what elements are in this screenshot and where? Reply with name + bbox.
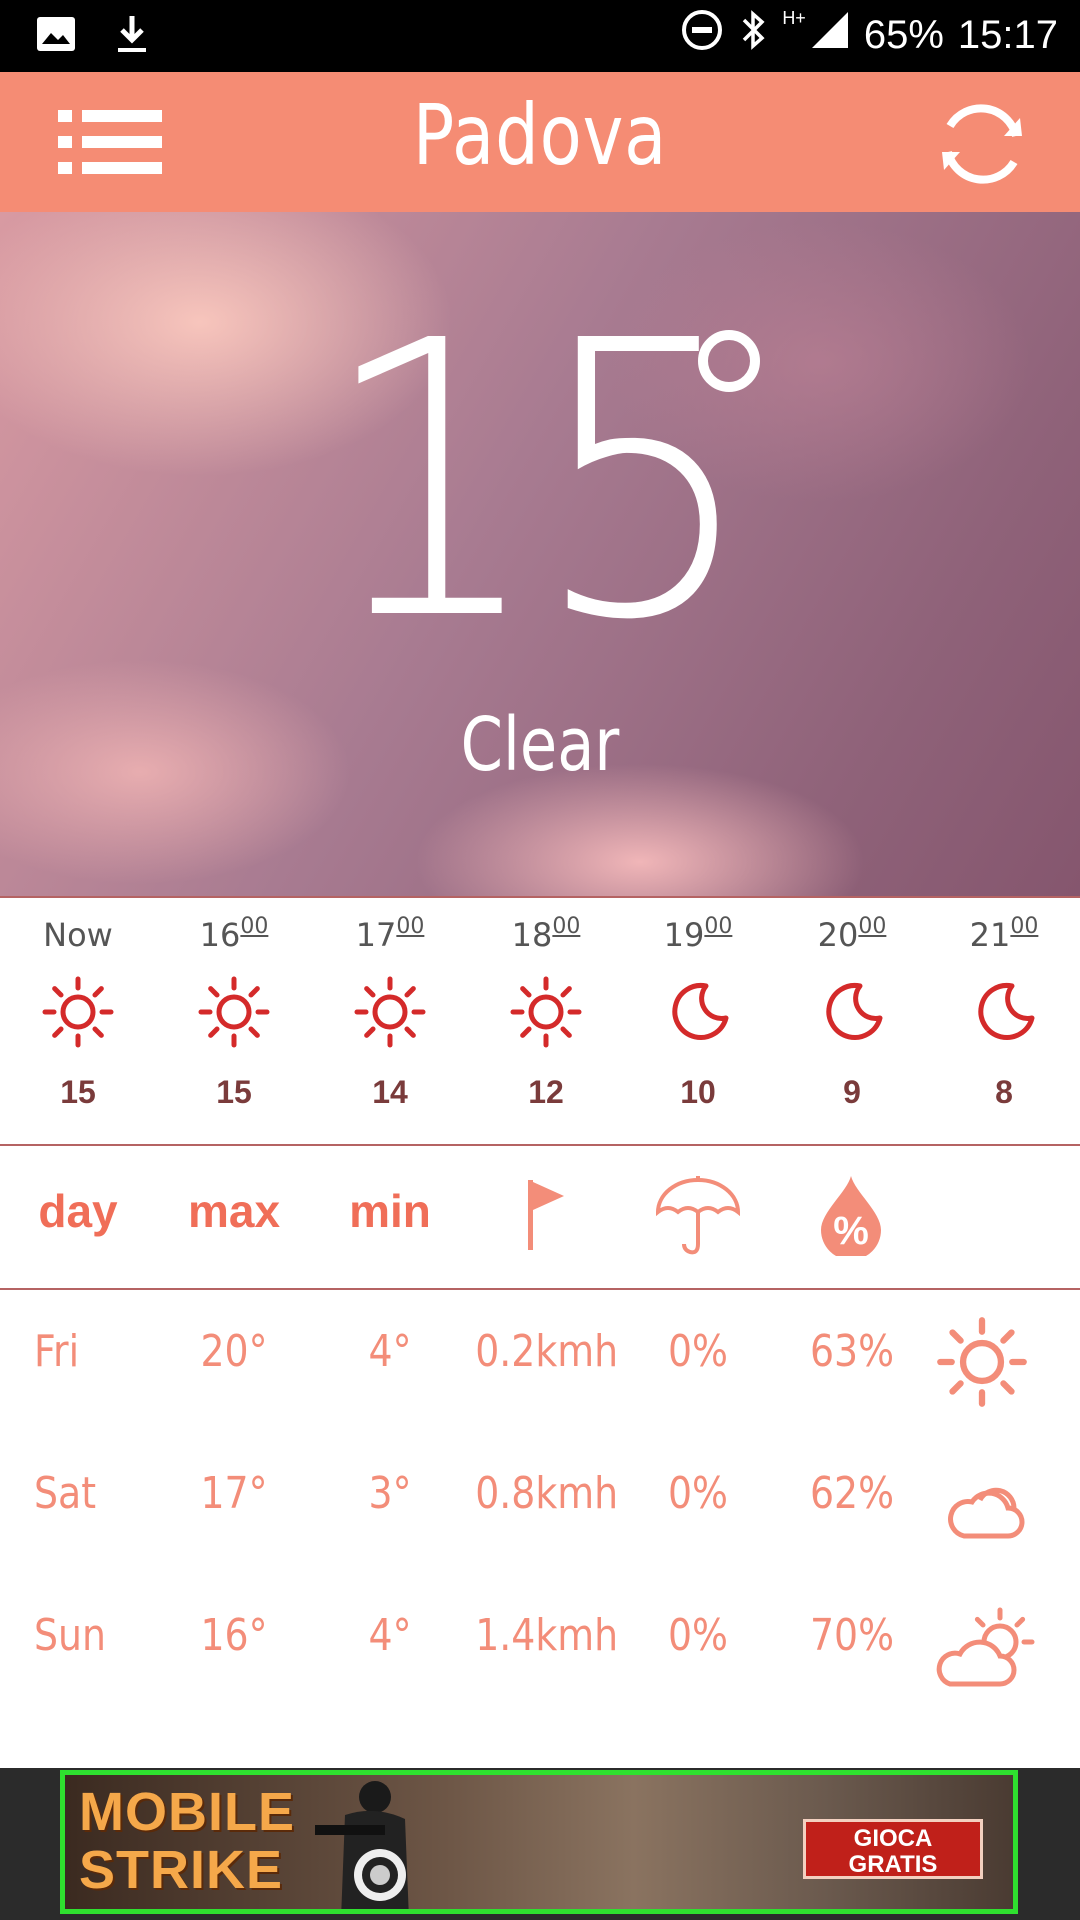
current-condition: Clear xyxy=(460,702,620,788)
current-weather-hero: 15 Clear xyxy=(0,212,1080,896)
hourly-temp: 12 xyxy=(528,1074,564,1110)
flag-icon xyxy=(502,1172,586,1256)
hourly-minutes: 00 xyxy=(1010,914,1039,939)
hourly-minutes: 00 xyxy=(240,914,269,939)
clock: 15:17 xyxy=(957,12,1058,57)
header-humidity: % xyxy=(776,1144,926,1288)
signal-icon xyxy=(810,8,850,62)
download-notification-icon xyxy=(110,12,154,56)
daily-header: day max min % xyxy=(0,1144,1080,1290)
header-max: max xyxy=(159,1144,309,1288)
header-wind xyxy=(469,1144,619,1288)
daily-day: Sat xyxy=(34,1468,97,1519)
hourly-time: 2000 xyxy=(817,914,887,954)
daily-humidity: 62% xyxy=(809,1468,895,1519)
header-day-label: day xyxy=(38,1185,118,1237)
header-day: day xyxy=(3,1144,153,1288)
umbrella-icon xyxy=(655,1172,741,1256)
sun-icon xyxy=(40,974,116,1050)
daily-humidity: 70% xyxy=(809,1610,895,1661)
daily-max: 20° xyxy=(200,1326,268,1377)
ad-cta-line2: GRATIS xyxy=(848,1851,938,1878)
humidity-symbol: % xyxy=(833,1209,869,1253)
ad-container: MOBILE STRIKE GIOCA GRATIS xyxy=(0,1768,1080,1920)
daily-rain: 0% xyxy=(667,1326,729,1377)
hourly-temp: 8 xyxy=(995,1074,1013,1110)
hourly-item: 2000 9 xyxy=(782,898,922,1144)
daily-min: 4° xyxy=(368,1610,412,1661)
moon-icon xyxy=(814,974,890,1050)
moon-icon xyxy=(966,974,1042,1050)
daily-max: 16° xyxy=(200,1610,268,1661)
daily-min: 3° xyxy=(368,1468,412,1519)
hourly-minutes: 00 xyxy=(858,914,887,939)
daily-min: 4° xyxy=(368,1326,412,1377)
hourly-item: 2100 8 xyxy=(934,898,1074,1144)
ad-soldier-image xyxy=(305,1775,435,1909)
hourly-time: 2100 xyxy=(969,914,1039,954)
ad-brand-line1: MOBILE xyxy=(79,1782,295,1842)
hourly-time: 1700 xyxy=(355,914,425,954)
hourly-temp: 15 xyxy=(60,1074,96,1110)
ad-brand-line2: STRIKE xyxy=(79,1840,284,1900)
moon-icon xyxy=(660,974,736,1050)
dnd-icon xyxy=(680,8,724,62)
daily-row: Sat 17° 3° 0.8kmh 0% 62% xyxy=(0,1432,1080,1572)
hourly-item: Now 15 xyxy=(8,898,148,1144)
hourly-forecast: Now 15 1600 15 1700 14 1800 12 1900 10 2000 9 2100 8 xyxy=(0,896,1080,1146)
header-max-label: max xyxy=(187,1185,281,1237)
hourly-time: Now xyxy=(43,916,113,954)
hourly-temp: 10 xyxy=(680,1074,716,1110)
city-title: Padova xyxy=(412,86,668,184)
hourly-minutes: 00 xyxy=(396,914,425,939)
ad-cta-line1: GIOCA xyxy=(853,1825,933,1852)
daily-wind: 0.8kmh xyxy=(475,1468,619,1519)
app-bar: Padova xyxy=(0,72,1080,212)
hourly-minutes: 00 xyxy=(552,914,581,939)
daily-day: Sun xyxy=(34,1610,106,1661)
hourly-item: 1700 14 xyxy=(320,898,460,1144)
ad-brand: MOBILE STRIKE xyxy=(79,1783,295,1899)
daily-row: Fri 20° 4° 0.2kmh 0% 63% xyxy=(0,1290,1080,1430)
sun-icon xyxy=(508,974,584,1050)
ad-cta-button[interactable]: GIOCA GRATIS xyxy=(803,1819,983,1879)
daily-wind: 1.4kmh xyxy=(475,1610,619,1661)
partly-cloudy-icon xyxy=(934,1598,1038,1702)
sun-icon xyxy=(934,1314,1038,1418)
bluetooth-icon xyxy=(738,8,768,62)
status-bar: H+ 65% 15:17 xyxy=(0,0,1080,72)
cloud-icon xyxy=(934,1456,1038,1560)
ad-banner[interactable]: MOBILE STRIKE GIOCA GRATIS xyxy=(60,1770,1018,1914)
hourly-minutes: 00 xyxy=(704,914,733,939)
sun-icon xyxy=(352,974,428,1050)
hourly-item: 1900 10 xyxy=(628,898,768,1144)
hourly-item: 1600 15 xyxy=(164,898,304,1144)
current-temperature: 15 xyxy=(320,260,756,703)
daily-rain: 0% xyxy=(667,1610,729,1661)
hourly-time: 1900 xyxy=(663,914,733,954)
header-min: min xyxy=(315,1144,465,1288)
hourly-time: 1800 xyxy=(511,914,581,954)
hourly-temp: 15 xyxy=(216,1074,252,1110)
header-rain xyxy=(623,1144,773,1288)
daily-rain: 0% xyxy=(667,1468,729,1519)
hourly-item: 1800 12 xyxy=(476,898,616,1144)
daily-humidity: 63% xyxy=(809,1326,895,1377)
hourly-time: 1600 xyxy=(199,914,269,954)
network-type-label: H+ xyxy=(782,8,806,28)
hourly-temp: 9 xyxy=(843,1074,861,1110)
daily-wind: 0.2kmh xyxy=(475,1326,619,1377)
refresh-icon[interactable] xyxy=(934,96,1030,192)
header-min-label: min xyxy=(349,1185,431,1237)
daily-day: Fri xyxy=(34,1326,80,1377)
daily-max: 17° xyxy=(200,1468,268,1519)
sun-icon xyxy=(196,974,272,1050)
battery-percent: 65% xyxy=(863,12,944,57)
gallery-notification-icon xyxy=(34,12,78,56)
humidity-drop-icon: % xyxy=(809,1172,893,1260)
daily-row: Sun 16° 4° 1.4kmh 0% 70% xyxy=(0,1574,1080,1714)
degree-symbol xyxy=(698,330,760,392)
hourly-temp: 14 xyxy=(372,1074,408,1110)
